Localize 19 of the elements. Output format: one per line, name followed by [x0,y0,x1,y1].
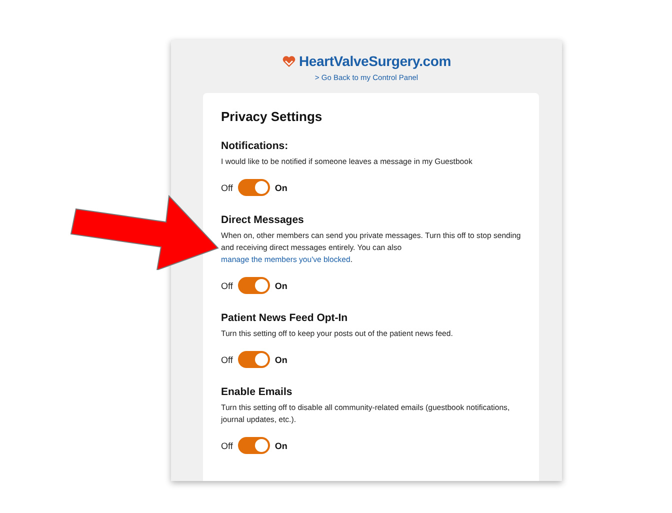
heart-logo-icon [282,54,296,68]
setting-title: Direct Messages [221,214,305,226]
card-title: Privacy Settings [221,109,324,124]
setting-title: Enable Emails [221,386,294,398]
off-label: Off [221,354,233,364]
toggle-switch[interactable] [238,277,270,294]
off-label: Off [221,280,233,290]
toggle-switch[interactable] [238,437,270,454]
setting-title: Patient News Feed Opt-In [221,312,349,324]
off-label: Off [221,440,233,450]
site-logo[interactable]: HeartValveSurgery.com [299,53,451,69]
on-label: On [274,280,288,290]
toggle-switch[interactable] [238,351,270,368]
off-label: Off [221,182,233,192]
toggle-switch[interactable] [238,179,270,196]
setting-title: Notifications: [221,140,290,152]
on-label: On [274,354,288,364]
on-label: On [274,440,288,450]
on-label: On [274,182,288,192]
